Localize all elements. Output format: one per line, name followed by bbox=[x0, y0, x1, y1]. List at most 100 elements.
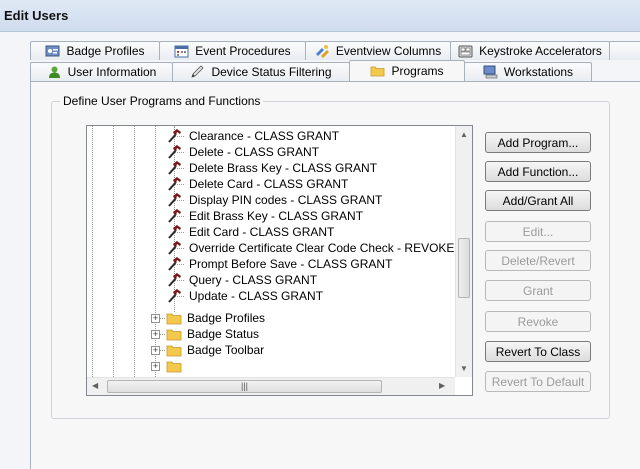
tree-node-program-partial[interactable] bbox=[166, 358, 187, 374]
tree-node-label: Display PIN codes - CLASS GRANT bbox=[189, 193, 383, 207]
user-icon bbox=[48, 66, 60, 78]
tab-keystroke-accelerators[interactable]: Keystroke Accelerators bbox=[450, 41, 610, 60]
add-grant-all-button[interactable]: Add/Grant All bbox=[485, 190, 591, 211]
group-legend: Define User Programs and Functions bbox=[60, 94, 264, 108]
tab-eventview-columns[interactable]: Eventview Columns bbox=[305, 41, 451, 60]
tree-vertical-scrollbar[interactable]: ▲ ▼ bbox=[455, 126, 472, 377]
horizontal-scroll-thumb[interactable]: ||| bbox=[107, 380, 382, 393]
tree-node-program[interactable]: Badge Profiles bbox=[166, 310, 265, 326]
tab-label: Badge Profiles bbox=[66, 44, 145, 58]
badge-profiles-icon bbox=[45, 45, 60, 57]
tree-node-label: Delete Brass Key - CLASS GRANT bbox=[189, 161, 378, 175]
delete-revert-button[interactable]: Delete/Revert bbox=[485, 250, 591, 271]
tree-node-function[interactable]: Delete - CLASS GRANT bbox=[166, 144, 319, 160]
tab-label: User Information bbox=[67, 65, 157, 79]
tree-node-function[interactable]: Prompt Before Save - CLASS GRANT bbox=[166, 256, 392, 272]
tree-node-label: Edit Card - CLASS GRANT bbox=[189, 225, 335, 239]
revert-to-class-button[interactable]: Revert To Class bbox=[485, 341, 591, 362]
tab-label: Eventview Columns bbox=[335, 44, 442, 58]
scroll-right-arrow-icon[interactable]: ▶ bbox=[439, 381, 445, 390]
vertical-scroll-thumb[interactable] bbox=[458, 238, 470, 298]
tab-badge-profiles[interactable]: Badge Profiles bbox=[30, 41, 160, 60]
tab-row-back: Badge Profiles Event Procedures Eventvie… bbox=[30, 41, 640, 60]
tab-label: Programs bbox=[391, 64, 444, 78]
tree-expand-toggle[interactable]: + bbox=[151, 362, 160, 371]
tree-node-function[interactable]: Edit Card - CLASS GRANT bbox=[166, 224, 334, 240]
tree-node-program[interactable]: Badge Toolbar bbox=[166, 342, 264, 358]
tab-device-status-filtering[interactable]: Device Status Filtering bbox=[172, 62, 350, 81]
tab-programs[interactable]: Programs bbox=[349, 60, 465, 81]
columns-icon bbox=[315, 45, 329, 58]
tab-label: Event Procedures bbox=[195, 44, 291, 58]
tree-node-program[interactable]: Badge Status bbox=[166, 326, 259, 342]
tree-node-label: Badge Status bbox=[187, 327, 260, 341]
tree-node-label: Query - CLASS GRANT bbox=[189, 273, 318, 287]
tab-overflow[interactable] bbox=[609, 41, 640, 60]
tree-node-label: Clearance - CLASS GRANT bbox=[189, 129, 340, 143]
tree-node-label: Override Certificate Clear Code Check - … bbox=[189, 241, 455, 255]
hammer-icon bbox=[168, 225, 181, 239]
add-program-button[interactable]: Add Program... bbox=[485, 132, 591, 153]
folder-icon bbox=[166, 313, 182, 324]
tree-node-label: Delete - CLASS GRANT bbox=[189, 145, 320, 159]
tree-node-label: Badge Profiles bbox=[187, 311, 266, 325]
revert-to-default-button[interactable]: Revert To Default bbox=[485, 371, 591, 392]
tree-guide-line bbox=[113, 126, 114, 377]
hammer-icon bbox=[168, 289, 181, 303]
tree-expand-toggle[interactable]: + bbox=[151, 346, 160, 355]
folder-icon bbox=[166, 329, 182, 340]
tab-label: Workstations bbox=[503, 65, 574, 79]
tab-label: Keystroke Accelerators bbox=[479, 44, 602, 58]
tree-guide-line bbox=[134, 126, 135, 377]
tree-node-label: Prompt Before Save - CLASS GRANT bbox=[189, 257, 393, 271]
add-function-button[interactable]: Add Function... bbox=[485, 161, 591, 182]
revoke-button[interactable]: Revoke bbox=[485, 311, 591, 332]
tree-node-label: Update - CLASS GRANT bbox=[189, 289, 324, 303]
grant-button[interactable]: Grant bbox=[485, 280, 591, 301]
tab-user-information[interactable]: User Information bbox=[30, 62, 173, 81]
hammer-icon bbox=[168, 209, 181, 223]
tree-node-function[interactable]: Query - CLASS GRANT bbox=[166, 272, 317, 288]
window-titlebar: Edit Users bbox=[0, 0, 640, 32]
edit-button[interactable]: Edit... bbox=[485, 221, 591, 242]
tree-horizontal-scrollbar[interactable]: ◀ ||| ▶ bbox=[87, 377, 455, 395]
tree-node-function[interactable]: Delete Card - CLASS GRANT bbox=[166, 176, 348, 192]
tab-event-procedures[interactable]: Event Procedures bbox=[159, 41, 306, 60]
tab-row-front: User Information Device Status Filtering… bbox=[30, 60, 592, 81]
tree-expand-toggle[interactable]: + bbox=[151, 330, 160, 339]
keyboard-icon bbox=[458, 45, 473, 58]
folder-icon bbox=[166, 345, 182, 356]
folder-icon bbox=[166, 361, 182, 372]
tree-content: Clearance - CLASS GRANT Delete - CLASS G… bbox=[87, 126, 456, 377]
window-title: Edit Users bbox=[4, 8, 69, 23]
tree-node-label: Delete Card - CLASS GRANT bbox=[189, 177, 349, 191]
programs-tree-view[interactable]: Clearance - CLASS GRANT Delete - CLASS G… bbox=[86, 125, 473, 396]
tree-guide-line bbox=[92, 126, 93, 377]
hammer-icon bbox=[168, 161, 181, 175]
tree-node-function[interactable]: Update - CLASS GRANT bbox=[166, 288, 323, 304]
hammer-icon bbox=[168, 257, 181, 271]
tree-node-label: Edit Brass Key - CLASS GRANT bbox=[189, 209, 364, 223]
hammer-icon bbox=[168, 129, 181, 143]
hammer-icon bbox=[168, 145, 181, 159]
tab-workstations[interactable]: Workstations bbox=[464, 62, 592, 81]
scroll-left-arrow-icon[interactable]: ◀ bbox=[92, 381, 98, 390]
tree-expand-toggle[interactable]: + bbox=[151, 314, 160, 323]
scroll-down-arrow-icon[interactable]: ▼ bbox=[460, 364, 468, 373]
calendar-icon bbox=[174, 45, 189, 58]
tree-node-function[interactable]: Override Certificate Clear Code Check - … bbox=[166, 240, 454, 256]
hammer-icon bbox=[168, 177, 181, 191]
hammer-icon bbox=[168, 273, 181, 287]
tree-node-function[interactable]: Edit Brass Key - CLASS GRANT bbox=[166, 208, 363, 224]
tree-node-function[interactable]: Clearance - CLASS GRANT bbox=[166, 128, 339, 144]
tree-node-label: Badge Toolbar bbox=[187, 343, 265, 357]
hammer-icon bbox=[168, 241, 181, 255]
folder-icon bbox=[371, 66, 385, 77]
tree-node-function[interactable]: Display PIN codes - CLASS GRANT bbox=[166, 192, 382, 208]
workstation-icon bbox=[483, 65, 498, 79]
tree-guide-line bbox=[155, 126, 156, 377]
tab-label: Device Status Filtering bbox=[211, 65, 332, 79]
hammer-icon bbox=[168, 193, 181, 207]
scroll-up-arrow-icon[interactable]: ▲ bbox=[460, 130, 468, 139]
tree-node-function[interactable]: Delete Brass Key - CLASS GRANT bbox=[166, 160, 377, 176]
